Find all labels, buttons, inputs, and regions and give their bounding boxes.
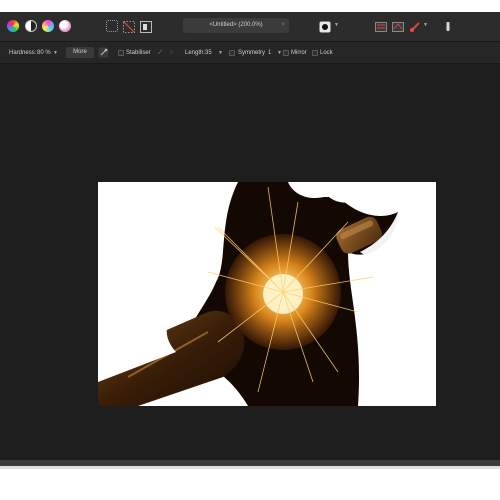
rope-mode-icon[interactable]: ⟋ — [158, 42, 162, 64]
chevron-down-icon[interactable]: ▼ — [423, 22, 428, 28]
mirror-checkbox[interactable] — [283, 50, 289, 56]
chevron-down-icon[interactable]: ▼ — [53, 42, 58, 64]
marquee-selection-icon[interactable] — [106, 20, 118, 32]
invert-selection-icon[interactable] — [140, 20, 152, 33]
snapping-icon[interactable] — [392, 20, 404, 32]
context-toolbar: Hardness: 80 % ▼ More Stabiliser ⟋ ◌ Len… — [0, 42, 500, 64]
color-wheel-icon[interactable] — [7, 20, 19, 32]
more-button[interactable]: More — [66, 47, 94, 58]
assistant-icon[interactable] — [375, 20, 387, 32]
chevron-down-icon[interactable]: ▼ — [218, 42, 223, 64]
no-selection-icon[interactable] — [123, 20, 135, 33]
window-shadow — [0, 466, 500, 469]
document-artboard[interactable] — [98, 182, 436, 406]
chevron-down-icon[interactable]: ▼ — [277, 42, 282, 64]
hardness-label: Hardness: — [9, 50, 37, 56]
length-label: Length: — [185, 50, 206, 56]
brush-color-icon[interactable] — [409, 20, 421, 32]
document-title: <Untitled> (200.0%) — [209, 22, 263, 28]
symmetry-value[interactable]: 1 — [268, 42, 271, 64]
length-value[interactable]: 35 — [205, 42, 212, 64]
sparkler-photo — [98, 182, 436, 406]
stabiliser-checkbox[interactable] — [118, 50, 124, 56]
hsl-icon[interactable] — [42, 20, 54, 32]
main-toolbar: <Untitled> (200.0%) × ▼ ▼ — [0, 12, 500, 42]
pen-tip-icon[interactable] — [442, 20, 454, 32]
symmetry-checkbox[interactable] — [229, 50, 235, 56]
contrast-icon[interactable] — [25, 20, 37, 32]
lock-checkbox[interactable] — [312, 50, 318, 56]
symmetry-label: Symmetry — [238, 50, 265, 56]
mirror-label: Mirror — [291, 50, 307, 56]
quick-mask-icon[interactable] — [319, 20, 331, 33]
hardness-value[interactable]: 80 % — [37, 42, 51, 64]
force-pressure-icon[interactable] — [98, 47, 109, 58]
window-mode-icon[interactable]: ◌ — [170, 42, 174, 64]
lock-label: Lock — [320, 50, 333, 56]
white-balance-icon[interactable] — [59, 20, 71, 32]
chevron-down-icon[interactable]: ▼ — [334, 22, 339, 28]
document-tab[interactable]: <Untitled> (200.0%) × — [183, 18, 289, 33]
close-icon[interactable]: × — [281, 18, 285, 33]
stabiliser-label: Stabiliser — [126, 50, 151, 56]
